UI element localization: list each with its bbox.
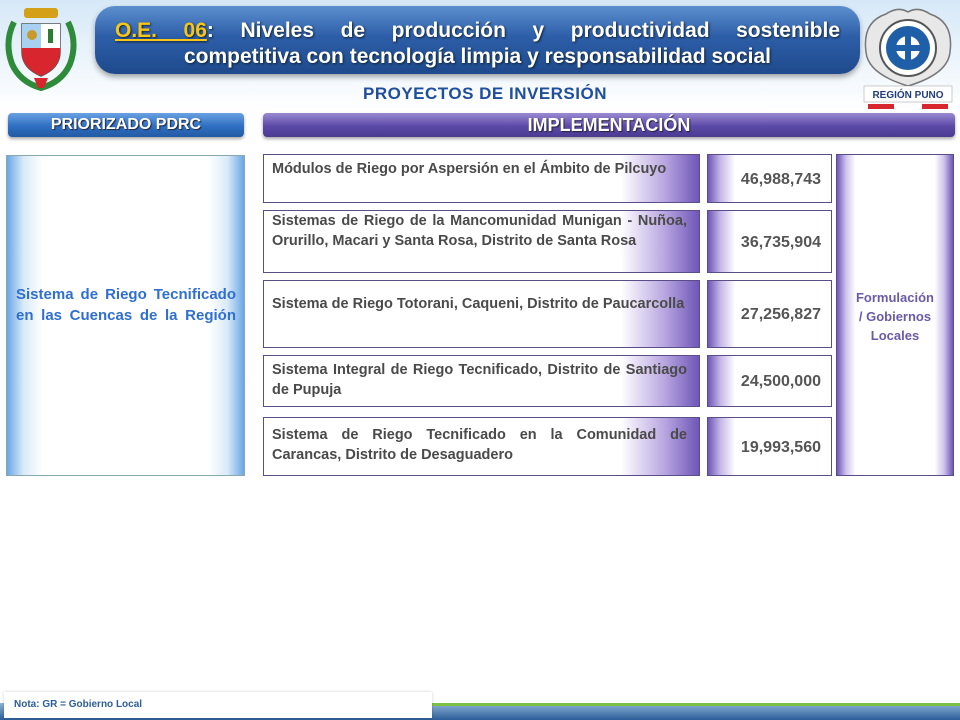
peru-coat-of-arms-icon <box>5 8 77 92</box>
project-amount: 46,988,743 <box>707 154 832 203</box>
project-name: Sistema de Riego Tecnificado en la Comun… <box>272 427 687 463</box>
project-name: Sistema Integral de Riego Tecnificado, D… <box>272 362 687 398</box>
title-text-1: Niveles de producción y productividad so… <box>240 19 840 42</box>
title-line-1: O.E. 06: Niveles de producción y product… <box>115 19 840 42</box>
project-row: Sistema de Riego Tecnificado en la Comun… <box>263 417 700 476</box>
title-line-2: competitiva con tecnología limpia y resp… <box>184 45 771 68</box>
tab-prioritized-pdrc: PRIORIZADO PDRC <box>8 113 244 137</box>
project-row: Módulos de Riego por Aspersión en el Ámb… <box>263 154 700 203</box>
formulation-line-1: Formulación <box>855 290 934 305</box>
section-title: PROYECTOS DE INVERSIÓN <box>362 84 607 103</box>
project-amount: 19,993,560 <box>707 417 832 476</box>
project-name: Módulos de Riego por Aspersión en el Ámb… <box>272 161 667 177</box>
footer-accent-stripe <box>430 703 960 706</box>
project-row: Sistema Integral de Riego Tecnificado, D… <box>263 355 700 407</box>
tab-implementation: IMPLEMENTACIÓN <box>263 113 955 137</box>
project-row: Sistema de Riego Totorani, Caqueni, Dist… <box>263 280 700 348</box>
objective-code: O.E. 06 <box>115 19 207 42</box>
project-amount: 24,500,000 <box>707 355 832 407</box>
project-amount: 36,735,904 <box>707 210 832 273</box>
footer-note: Nota: GR = Gobierno Local <box>4 692 432 718</box>
region-label: REGIÓN PUNO <box>872 88 943 101</box>
project-row: Sistemas de Riego de la Mancomunidad Mun… <box>263 210 700 273</box>
footer-note-text: Nota: GR = Gobierno Local <box>14 699 143 710</box>
project-name: Sistema de Riego Totorani, Caqueni, Dist… <box>272 296 685 312</box>
formulation-line-2: / Gobiernos <box>858 309 932 324</box>
formulation-text: Formulación / Gobiernos Locales <box>840 288 950 345</box>
project-amount: 27,256,827 <box>707 280 832 348</box>
project-name: Sistemas de Riego de la Mancomunidad Mun… <box>272 213 687 249</box>
formulation-line-3: Locales <box>870 328 920 343</box>
region-puno-emblem-icon: REGIÓN PUNO <box>863 8 953 109</box>
prioritized-project-text: Sistema de Riego Tecnificado en las Cuen… <box>16 286 236 324</box>
